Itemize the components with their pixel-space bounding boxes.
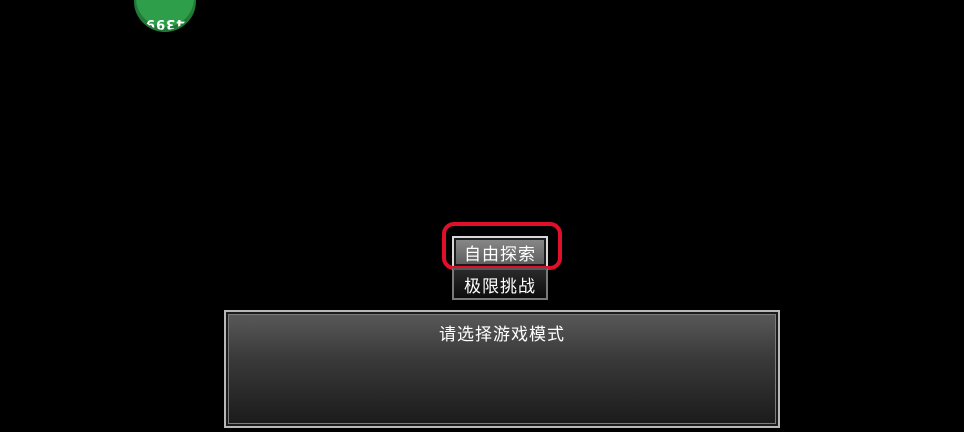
mode-select-dialog: 请选择游戏模式: [224, 310, 780, 428]
4399-logo-badge[interactable]: 4399: [134, 0, 196, 32]
free-explore-button[interactable]: 自由探索: [452, 236, 548, 268]
badge-label: 4399: [144, 16, 186, 31]
extreme-challenge-button[interactable]: 极限挑战: [452, 268, 548, 300]
dialog-title: 请选择游戏模式: [439, 325, 565, 345]
extreme-challenge-label: 极限挑战: [464, 276, 536, 297]
free-explore-label: 自由探索: [464, 244, 536, 265]
game-screen: 4399 自由探索 极限挑战 请选择游戏模式: [0, 0, 964, 432]
